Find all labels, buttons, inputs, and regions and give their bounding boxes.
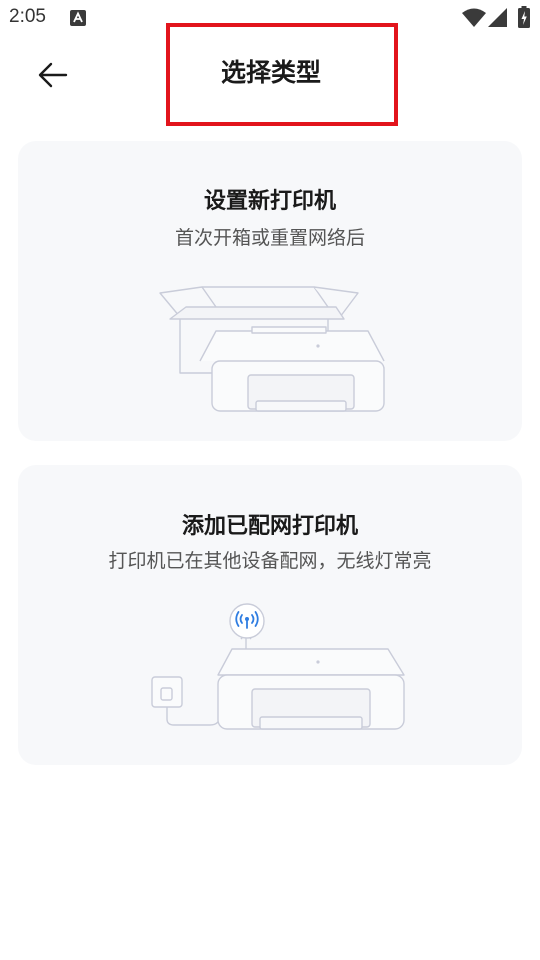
arrow-left-icon	[38, 62, 68, 88]
card-title: 设置新打印机	[203, 189, 336, 214]
back-button[interactable]	[30, 52, 82, 100]
card-title: 添加已配网打印机	[181, 514, 358, 539]
notification-a-icon	[70, 10, 86, 30]
printer-wifi-illustration	[151, 603, 405, 730]
status-time: 2:05	[9, 6, 46, 27]
card-subtitle: 打印机已在其他设备配网，无线灯常亮	[108, 550, 432, 572]
battery-charging-icon	[518, 6, 530, 32]
setup-new-printer-card[interactable]: 设置新打印机 首次开箱或重置网络后	[18, 141, 522, 441]
printer-in-box-illustration	[159, 286, 385, 412]
signal-icon	[488, 8, 508, 32]
title-highlight-box	[166, 23, 398, 126]
add-networked-printer-card[interactable]: 添加已配网打印机 打印机已在其他设备配网，无线灯常亮	[18, 465, 522, 765]
card-subtitle: 首次开箱或重置网络后	[174, 227, 365, 249]
wifi-icon	[462, 8, 486, 32]
